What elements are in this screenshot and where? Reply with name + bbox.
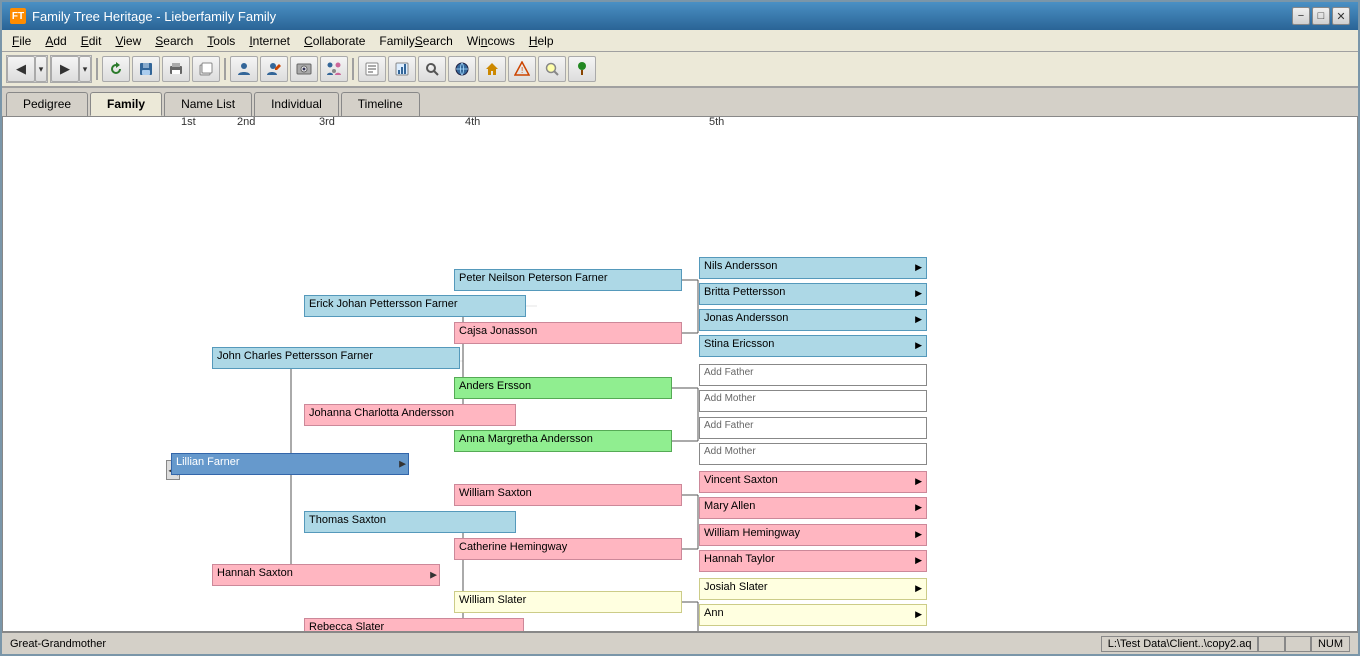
gen-4th: 4th [465, 116, 480, 128]
chart-button[interactable] [388, 56, 416, 82]
tab-bar: Pedigree Family Name List Individual Tim… [2, 88, 1358, 116]
person-william-slater[interactable]: William Slater [454, 591, 682, 613]
hannah-arrow: ▶ [430, 570, 437, 581]
svg-text:!: ! [521, 66, 523, 75]
menu-help[interactable]: Help [523, 33, 560, 49]
person-peter[interactable]: Peter Neilson Peterson Farner [454, 269, 682, 291]
person-anna[interactable]: Anna Margretha Andersson [454, 430, 672, 452]
gen-3rd: 3rd [319, 116, 335, 128]
status-bar: Great-Grandmother L:\Test Data\Client..\… [2, 632, 1358, 654]
window-title: Family Tree Heritage - Lieberfamily Fami… [32, 9, 276, 24]
title-bar: FT Family Tree Heritage - Lieberfamily F… [2, 2, 1358, 30]
notes-button[interactable] [358, 56, 386, 82]
gen-1st: 1st [181, 116, 196, 128]
gen-5th: 5th [709, 116, 724, 128]
person-anders[interactable]: Anders Ersson [454, 377, 672, 399]
person-hannah-taylor[interactable]: Hannah Taylor ▶ [699, 550, 927, 572]
person-william-hemingway[interactable]: William Hemingway ▶ [699, 524, 927, 546]
status-segments: L:\Test Data\Client..\copy2.aq NUM [1101, 636, 1350, 652]
person-paul-brown[interactable]: Paul Brown ▶ [699, 631, 927, 632]
status-label: Great-Grandmother [10, 638, 106, 650]
status-path: L:\Test Data\Client..\copy2.aq [1101, 636, 1259, 652]
main-window: FT Family Tree Heritage - Lieberfamily F… [0, 0, 1360, 656]
menu-add[interactable]: Add [39, 33, 72, 49]
photo-button[interactable] [290, 56, 318, 82]
tab-pedigree[interactable]: Pedigree [6, 92, 88, 116]
search-button[interactable] [418, 56, 446, 82]
menu-collaborate[interactable]: Collaborate [298, 33, 371, 49]
separator-2 [224, 58, 226, 80]
back-dropdown[interactable]: ▾ [35, 56, 47, 82]
lillian-arrow: ▶ [399, 459, 406, 470]
forward-dropdown[interactable]: ▾ [79, 56, 91, 82]
separator-3 [352, 58, 354, 80]
person-stina[interactable]: Stina Ericsson ▶ [699, 335, 927, 357]
add-mother-1[interactable]: Add Mother [699, 390, 927, 412]
forward-button[interactable]: ▶ [51, 56, 79, 82]
add-father-1[interactable]: Add Father [699, 364, 927, 386]
minimize-button[interactable]: − [1292, 7, 1310, 25]
menu-tools[interactable]: Tools [201, 33, 241, 49]
person-josiah[interactable]: Josiah Slater ▶ [699, 578, 927, 600]
app-icon: FT [10, 8, 26, 24]
home-button[interactable] [478, 56, 506, 82]
person-hannah[interactable]: Hannah Saxton ▶ [212, 564, 440, 586]
person-button[interactable] [230, 56, 258, 82]
person-catherine[interactable]: Catherine Hemingway [454, 538, 682, 560]
back-button[interactable]: ◀ [7, 56, 35, 82]
pedigree-chart: 1st 2nd 3rd 4th 5th [2, 116, 1358, 632]
tab-timeline[interactable]: Timeline [341, 92, 420, 116]
person-john[interactable]: John Charles Pettersson Farner [212, 347, 460, 369]
toolbar: ◀ ▾ ▶ ▾ [2, 52, 1358, 88]
person-william-saxton[interactable]: William Saxton [454, 484, 682, 506]
menu-view[interactable]: View [109, 33, 147, 49]
globe-button[interactable] [448, 56, 476, 82]
edit-person-button[interactable] [260, 56, 288, 82]
person-thomas[interactable]: Thomas Saxton [304, 511, 516, 533]
person-cajsa[interactable]: Cajsa Jonasson [454, 322, 682, 344]
tab-family[interactable]: Family [90, 92, 162, 116]
add-mother-2[interactable]: Add Mother [699, 443, 927, 465]
separator-1 [96, 58, 98, 80]
tab-individual[interactable]: Individual [254, 92, 339, 116]
copy-button[interactable] [192, 56, 220, 82]
tree-button[interactable] [568, 56, 596, 82]
menu-edit[interactable]: Edit [75, 33, 108, 49]
status-empty1 [1258, 636, 1284, 652]
menu-windows[interactable]: Wincows [461, 33, 521, 49]
tab-namelist[interactable]: Name List [164, 92, 252, 116]
person-rebecca[interactable]: Rebecca Slater [304, 618, 524, 632]
person-johanna[interactable]: Johanna Charlotta Andersson [304, 404, 516, 426]
person-lillian[interactable]: Lillian Farner ▶ [171, 453, 409, 475]
magnify-button[interactable] [538, 56, 566, 82]
menu-search[interactable]: Search [149, 33, 199, 49]
person-nils[interactable]: Nils Andersson ▶ [699, 257, 927, 279]
menu-file[interactable]: File [6, 33, 37, 49]
road-button[interactable]: ! [508, 56, 536, 82]
menu-familysearch[interactable]: FamilySearch [373, 33, 458, 49]
person-jonas[interactable]: Jonas Andersson ▶ [699, 309, 927, 331]
save-button[interactable] [132, 56, 160, 82]
family-button[interactable] [320, 56, 348, 82]
gen-2nd: 2nd [237, 116, 255, 128]
status-empty2 [1285, 636, 1311, 652]
refresh-button[interactable] [102, 56, 130, 82]
title-bar-left: FT Family Tree Heritage - Lieberfamily F… [10, 8, 276, 24]
maximize-button[interactable]: □ [1312, 7, 1330, 25]
window-controls: − □ ✕ [1292, 7, 1350, 25]
menu-internet[interactable]: Internet [243, 33, 296, 49]
person-britta[interactable]: Britta Pettersson ▶ [699, 283, 927, 305]
status-num: NUM [1311, 636, 1350, 652]
pedigree-area: 1st 2nd 3rd 4th 5th [3, 117, 1357, 631]
person-erick[interactable]: Erick Johan Pettersson Farner [304, 295, 526, 317]
person-ann[interactable]: Ann ▶ [699, 604, 927, 626]
person-vincent[interactable]: Vincent Saxton ▶ [699, 471, 927, 493]
add-father-2[interactable]: Add Father [699, 417, 927, 439]
print-button[interactable] [162, 56, 190, 82]
close-button[interactable]: ✕ [1332, 7, 1350, 25]
menu-bar: File Add Edit View Search Tools Internet… [2, 30, 1358, 52]
person-mary[interactable]: Mary Allen ▶ [699, 497, 927, 519]
